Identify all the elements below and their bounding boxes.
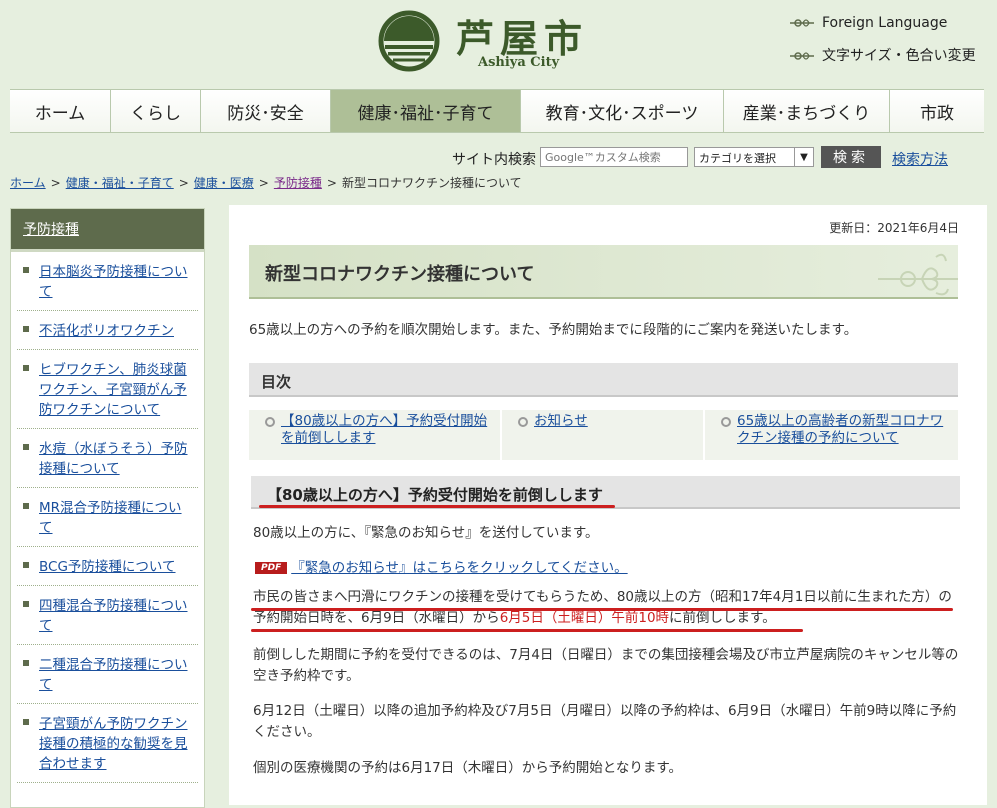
breadcrumb-current: 新型コロナワクチン接種について	[341, 176, 522, 190]
toc-item: 【80歳以上の方へ】予約受付開始を前倒しします	[249, 410, 502, 460]
toc-heading-box: 目次	[249, 363, 958, 397]
text-size-color-link[interactable]: 文字サイズ・色合い変更	[790, 45, 976, 65]
breadcrumb-vaccination[interactable]: 予防接種	[274, 176, 322, 190]
sidebar-item-link[interactable]: 四種混合予防接種について	[39, 598, 188, 634]
breadcrumb-separator: >	[326, 176, 337, 190]
breadcrumb-home[interactable]: ホーム	[10, 176, 46, 190]
sidebar-item-link[interactable]: 不活化ポリオワクチン	[39, 323, 174, 339]
breadcrumb-health-medical[interactable]: 健康・医療	[194, 176, 254, 190]
circle-bullet-icon	[518, 417, 528, 427]
toc-item: 65歳以上の高齢者の新型コロナワクチン接種の予約について	[705, 410, 958, 460]
paragraph-cancellation-slots: 前倒しした期間に予約を受付できるのは、7月4日（日曜日）までの集団接種会場及び市…	[253, 647, 959, 684]
circle-bullet-icon	[721, 417, 731, 427]
paragraph-text: に前倒しします。	[669, 610, 776, 626]
sidebar-item: ヒブワクチン、肺炎球菌ワクチン、子宮頸がん予防ワクチンについて	[17, 350, 198, 429]
breadcrumb-health-welfare[interactable]: 健康・福祉・子育て	[66, 176, 174, 190]
nav-kurashi[interactable]: くらし	[111, 90, 201, 132]
sidebar-item: 子宮頸がん予防ワクチン接種の積極的な勧奨を見合わせます	[17, 704, 198, 783]
toc-link-notices[interactable]: お知らせ	[534, 413, 588, 429]
nav-shisei[interactable]: 市政	[890, 90, 984, 132]
sidebar-item: 四種混合予防接種について	[17, 586, 198, 645]
toc-title: 目次	[261, 373, 292, 391]
text-size-color-label: 文字サイズ・色合い変更	[822, 48, 976, 64]
decorative-vine-icon	[878, 253, 958, 296]
square-bullet-icon	[23, 503, 29, 509]
square-bullet-icon	[23, 267, 29, 273]
site-name-en: Ashiya City	[478, 55, 560, 70]
paragraph-additional-slots: 6月12日（土曜日）以降の追加予約枠及び7月5日（月曜日）以降の予約枠は、6月9…	[253, 703, 957, 740]
sidebar-item-link[interactable]: ヒブワクチン、肺炎球菌ワクチン、子宮頸がん予防ワクチンについて	[39, 362, 187, 418]
sidebar-item: BCG予防接種について	[17, 547, 198, 586]
sidebar: 予防接種 日本脳炎予防接種について 不活化ポリオワクチン ヒブワクチン、肺炎球菌…	[10, 208, 205, 808]
circle-bullet-icon	[265, 417, 275, 427]
paragraph-clinic-reservation: 個別の医療機関の予約は6月17日（木曜日）から予約開始となります。	[253, 760, 683, 776]
square-bullet-icon	[23, 601, 29, 607]
toc-link-80-over[interactable]: 【80歳以上の方へ】予約受付開始を前倒しします	[281, 413, 487, 446]
category-select[interactable]: カテゴリを選択 ▼	[694, 147, 814, 167]
sidebar-item-link[interactable]: 日本脳炎予防接種について	[39, 264, 188, 300]
search-help-link[interactable]: 検索方法	[892, 149, 948, 169]
site-header: 芦屋市 Ashiya City Foreign Language 文字サイズ・色…	[0, 0, 997, 82]
sidebar-item: 二種混合予防接種について	[17, 645, 198, 704]
breadcrumb-separator: >	[50, 176, 61, 190]
pdf-icon: PDF	[255, 562, 288, 574]
chevron-down-icon: ▼	[794, 148, 813, 166]
global-nav: ホーム くらし 防災･安全 健康･福祉･子育て 教育･文化･スポーツ 産業･まち…	[10, 89, 984, 133]
emphasis-date-text: 6月5日（土曜日）午前10時	[499, 610, 670, 626]
sidebar-list: 日本脳炎予防接種について 不活化ポリオワクチン ヒブワクチン、肺炎球菌ワクチン、…	[11, 252, 204, 783]
square-bullet-icon	[23, 719, 29, 725]
intro-text: 65歳以上の方への予約を順次開始します。また、予約開始までに段階的にご案内を発送…	[249, 322, 858, 338]
foreign-language-link[interactable]: Foreign Language	[790, 15, 947, 31]
main-content: 更新日：2021年6月4日 新型コロナワクチン接種について 65歳以上の方への予…	[229, 205, 987, 805]
sidebar-item: 日本脳炎予防接種について	[17, 252, 198, 311]
nav-industry[interactable]: 産業･まちづくり	[724, 90, 890, 132]
breadcrumb-separator: >	[178, 176, 189, 190]
paragraph-notice-sent: 80歳以上の方に、『緊急のお知らせ』を送付しています。	[253, 525, 599, 541]
toc-item: お知らせ	[502, 410, 705, 460]
sidebar-item: 水痘（水ぼうそう）予防接種について	[17, 429, 198, 488]
category-select-value: カテゴリを選択	[699, 152, 776, 165]
sidebar-item-link[interactable]: MR混合予防接種について	[39, 500, 182, 536]
page-title: 新型コロナワクチン接種について	[265, 264, 535, 285]
search-input[interactable]	[540, 147, 688, 167]
toc-link-65-over[interactable]: 65歳以上の高齢者の新型コロナワクチン接種の予約について	[737, 413, 943, 446]
square-bullet-icon	[23, 562, 29, 568]
page-title-box: 新型コロナワクチン接種について	[249, 245, 958, 299]
nav-home[interactable]: ホーム	[10, 90, 111, 132]
sidebar-item-link[interactable]: 水痘（水ぼうそう）予防接種について	[39, 441, 188, 477]
square-bullet-icon	[23, 444, 29, 450]
square-bullet-icon	[23, 326, 29, 332]
nav-health-welfare[interactable]: 健康･福祉･子育て	[331, 90, 521, 132]
pdf-link-row: PDF 『緊急のお知らせ』はこちらをクリックしてください。	[255, 556, 628, 576]
sidebar-item-link[interactable]: 子宮頸がん予防ワクチン接種の積極的な勧奨を見合わせます	[39, 716, 188, 772]
breadcrumb-separator: >	[258, 176, 269, 190]
red-underline-annotation	[259, 505, 615, 508]
updated-date: 更新日：2021年6月4日	[829, 221, 959, 235]
sidebar-item-link[interactable]: BCG予防接種について	[39, 559, 176, 575]
square-bullet-icon	[23, 660, 29, 666]
sidebar-item-link[interactable]: 二種混合予防接種について	[39, 657, 188, 693]
foreign-language-label: Foreign Language	[822, 15, 948, 31]
leaf-sprig-icon	[790, 19, 814, 27]
red-underline-annotation	[251, 608, 953, 611]
leaf-sprig-icon	[790, 52, 814, 60]
sidebar-title[interactable]: 予防接種	[11, 209, 204, 252]
toc-list: 【80歳以上の方へ】予約受付開始を前倒しします お知らせ 65歳以上の高齢者の新…	[249, 410, 958, 460]
red-underline-annotation	[251, 629, 803, 632]
nav-bousai[interactable]: 防災･安全	[201, 90, 331, 132]
breadcrumb: ホーム > 健康・福祉・子育て > 健康・医療 > 予防接種 > 新型コロナワクチン接種について	[10, 174, 522, 191]
search-label: サイト内検索	[452, 152, 536, 168]
ashiya-city-logo-icon[interactable]	[378, 10, 440, 72]
sidebar-item: 不活化ポリオワクチン	[17, 311, 198, 350]
section-heading: 【80歳以上の方へ】予約受付開始を前倒しします	[267, 486, 603, 504]
emergency-notice-pdf-link[interactable]: 『緊急のお知らせ』はこちらをクリックしてください。	[291, 560, 627, 576]
nav-education-culture[interactable]: 教育･文化･スポーツ	[521, 90, 724, 132]
search-button[interactable]: 検索	[821, 146, 881, 168]
sidebar-item: MR混合予防接種について	[17, 488, 198, 547]
square-bullet-icon	[23, 365, 29, 371]
